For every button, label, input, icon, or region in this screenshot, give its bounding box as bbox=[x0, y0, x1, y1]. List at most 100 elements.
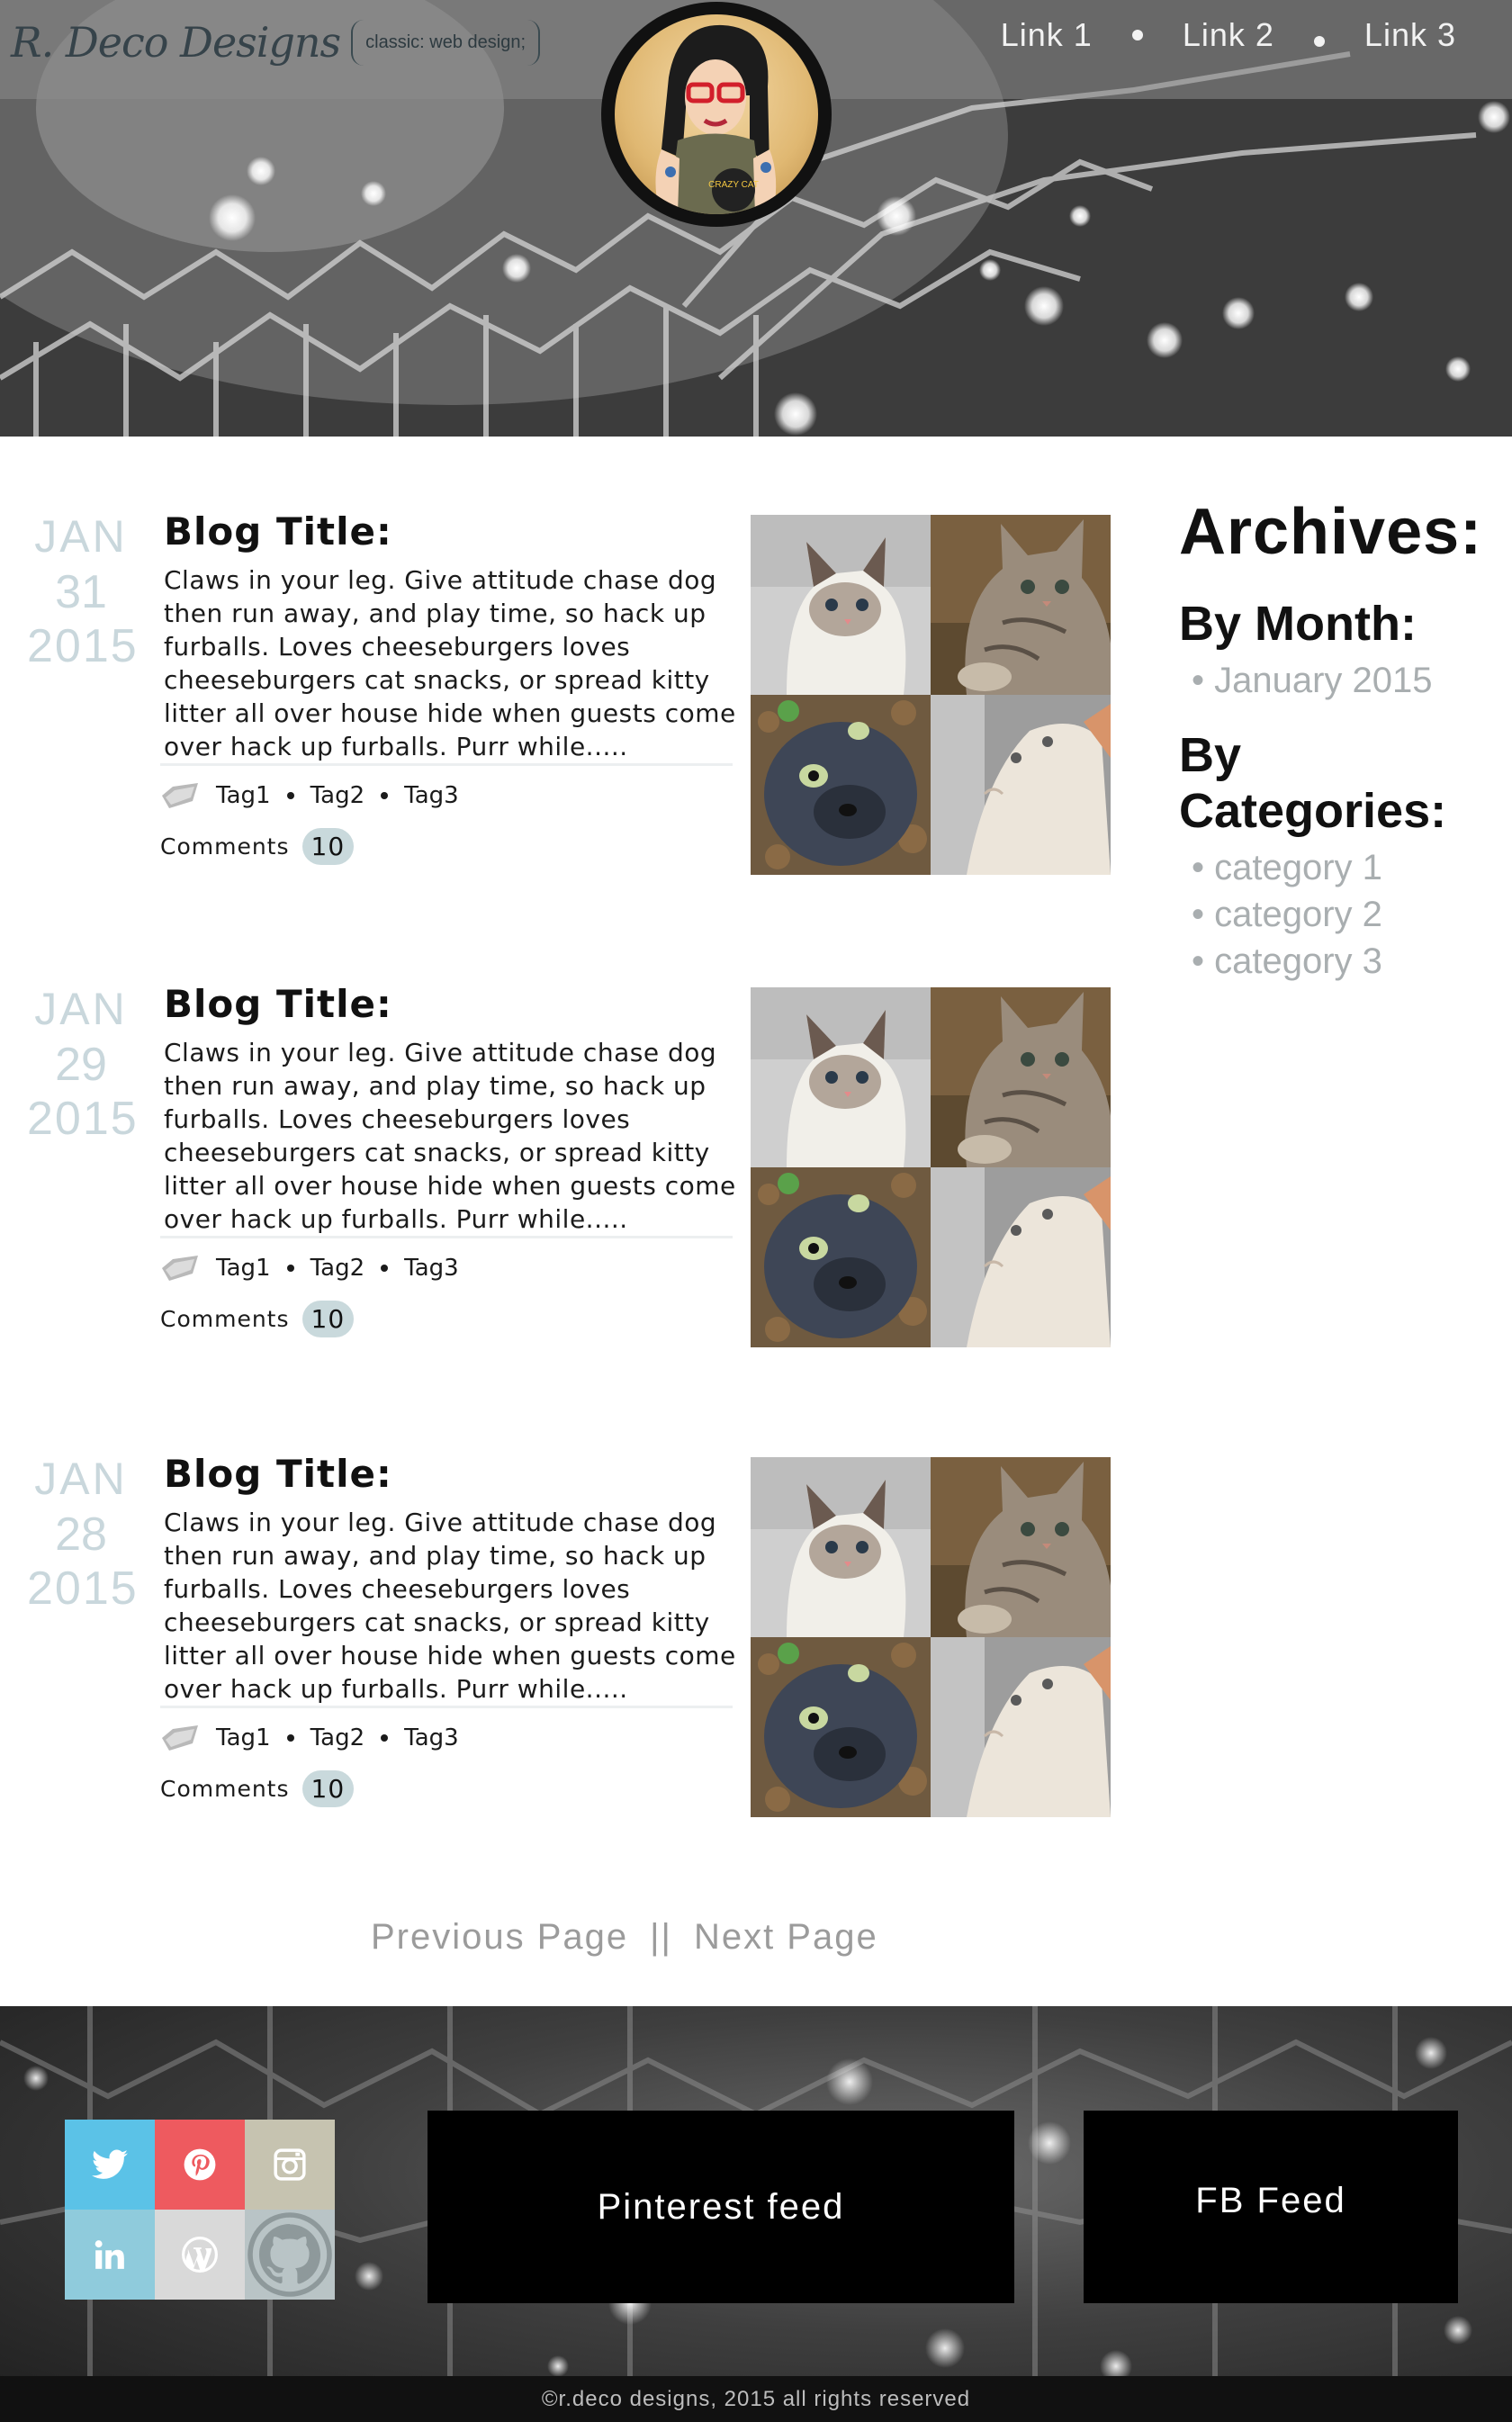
comments-count-badge: 10 bbox=[302, 1770, 355, 1807]
post-title[interactable]: Blog Title: bbox=[164, 509, 392, 554]
pagination: Previous Page || Next Page bbox=[371, 1917, 878, 1958]
post-photo-grid[interactable] bbox=[751, 515, 1111, 875]
post-divider bbox=[160, 1706, 733, 1708]
copyright-bar: ©r.deco designs, 2015 all rights reserve… bbox=[0, 2376, 1512, 2422]
twitter-button[interactable] bbox=[65, 2120, 155, 2210]
cat-photo-ragdoll bbox=[751, 515, 931, 695]
pager-separator: || bbox=[650, 1917, 672, 1957]
cat-photo-ragdoll bbox=[751, 987, 931, 1167]
post-excerpt: Claws in your leg. Give attitude chase d… bbox=[164, 1508, 736, 1704]
post-comments[interactable]: Comments 10 bbox=[160, 828, 355, 865]
category-link-2[interactable]: category 2 bbox=[1179, 891, 1503, 938]
post-tags: Tag1 Tag2 Tag3 bbox=[160, 781, 459, 810]
tag-link[interactable]: Tag1 bbox=[216, 1255, 271, 1282]
cat-photo-black bbox=[751, 1167, 931, 1347]
tag-separator bbox=[286, 792, 294, 799]
avatar[interactable]: CRAZY CAT bbox=[601, 2, 832, 227]
pinterest-feed-panel[interactable]: Pinterest feed bbox=[428, 2111, 1014, 2303]
wordpress-button[interactable] bbox=[155, 2210, 245, 2300]
post-tags: Tag1 Tag2 Tag3 bbox=[160, 1254, 459, 1283]
post-tags: Tag1 Tag2 Tag3 bbox=[160, 1724, 459, 1752]
wordpress-icon bbox=[182, 2237, 218, 2273]
nav-separator bbox=[1313, 36, 1325, 47]
post-title[interactable]: Blog Title: bbox=[164, 1452, 392, 1496]
instagram-icon bbox=[274, 2148, 306, 2181]
tag-link[interactable]: Tag2 bbox=[310, 1724, 365, 1751]
cat-photo-black bbox=[751, 695, 931, 875]
fb-feed-panel[interactable]: FB Feed bbox=[1084, 2111, 1458, 2303]
post-date: JAN 29 2015 bbox=[27, 986, 139, 1146]
tag-separator bbox=[381, 1265, 389, 1272]
github-icon bbox=[248, 2212, 332, 2297]
post-photo-grid[interactable] bbox=[751, 987, 1111, 1347]
category-link-1[interactable]: category 1 bbox=[1179, 844, 1503, 891]
instagram-button[interactable] bbox=[245, 2120, 335, 2210]
tag-link[interactable]: Tag3 bbox=[404, 782, 459, 809]
category-list: category 1 category 2 category 3 bbox=[1179, 844, 1503, 985]
tag-icon bbox=[162, 1725, 198, 1751]
post-excerpt: Claws in your leg. Give attitude chase d… bbox=[164, 1038, 736, 1234]
post-day: 29 bbox=[55, 1038, 107, 1091]
tag-icon bbox=[162, 783, 198, 808]
cat-photo-cream bbox=[931, 1637, 1111, 1817]
main-nav: Link 1 Link 2 Link 3 bbox=[1001, 16, 1456, 54]
post-comments[interactable]: Comments 10 bbox=[160, 1301, 355, 1337]
tag-separator bbox=[286, 1265, 294, 1272]
tag-separator bbox=[286, 1734, 294, 1742]
post-photo-grid[interactable] bbox=[751, 1457, 1111, 1817]
post-year: 2015 bbox=[27, 620, 139, 673]
nav-link-3[interactable]: Link 3 bbox=[1364, 16, 1456, 54]
nav-link-2[interactable]: Link 2 bbox=[1183, 16, 1274, 54]
cat-photo-black bbox=[751, 1637, 931, 1817]
avatar-illustration: CRAZY CAT bbox=[615, 14, 818, 214]
tag-link[interactable]: Tag1 bbox=[216, 782, 271, 809]
tag-link[interactable]: Tag3 bbox=[404, 1724, 459, 1751]
post-title[interactable]: Blog Title: bbox=[164, 982, 392, 1026]
post-date: JAN 28 2015 bbox=[27, 1455, 137, 1614]
post-day: 31 bbox=[55, 565, 107, 618]
nav-separator bbox=[1131, 30, 1143, 41]
linkedin-icon bbox=[94, 2240, 124, 2269]
logo-tagline: classic: web design; bbox=[351, 19, 541, 66]
comments-count-badge: 10 bbox=[302, 828, 355, 865]
tag-separator bbox=[381, 792, 389, 799]
copyright-text: ©r.deco designs, 2015 all rights reserve… bbox=[541, 2387, 971, 2411]
blog-post: JAN 29 2015 Blog Title: Claws in your le… bbox=[0, 982, 1134, 1364]
twitter-icon bbox=[92, 2149, 128, 2179]
post-comments[interactable]: Comments 10 bbox=[160, 1770, 355, 1807]
pinterest-button[interactable] bbox=[155, 2120, 245, 2210]
comments-count-badge: 10 bbox=[302, 1301, 355, 1337]
fb-feed-label: FB Feed bbox=[1195, 2180, 1346, 2220]
post-month: JAN bbox=[34, 511, 128, 562]
previous-page-link[interactable]: Previous Page bbox=[371, 1917, 628, 1958]
post-day: 28 bbox=[55, 1508, 107, 1561]
nav-link-1[interactable]: Link 1 bbox=[1001, 16, 1093, 54]
tag-link[interactable]: Tag2 bbox=[310, 1255, 365, 1282]
hero-banner: R. Deco Designs classic: web design; CRA… bbox=[0, 0, 1512, 437]
by-month-heading: By Month: bbox=[1179, 597, 1417, 651]
category-link-3[interactable]: category 3 bbox=[1179, 938, 1503, 985]
archives-title: Archives: bbox=[1179, 496, 1483, 568]
comments-label: Comments bbox=[160, 1776, 290, 1802]
post-year: 2015 bbox=[27, 1093, 139, 1146]
social-icons bbox=[65, 2120, 335, 2300]
tag-link[interactable]: Tag3 bbox=[404, 1255, 459, 1282]
by-categories-heading: By Categories: bbox=[1179, 728, 1447, 838]
month-link[interactable]: January 2015 bbox=[1179, 657, 1503, 704]
linkedin-button[interactable] bbox=[65, 2210, 155, 2300]
page: R. Deco Designs classic: web design; CRA… bbox=[0, 0, 1512, 2422]
logo-text: R. Deco Designs bbox=[11, 18, 341, 67]
cat-photo-tabby bbox=[931, 1457, 1111, 1637]
post-date: JAN 31 2015 bbox=[27, 511, 139, 673]
tag-link[interactable]: Tag2 bbox=[310, 782, 365, 809]
comments-label: Comments bbox=[160, 1306, 290, 1332]
cat-photo-cream bbox=[931, 1167, 1111, 1347]
blog-post: JAN 28 2015 Blog Title: Claws in your le… bbox=[0, 1452, 1134, 1833]
cat-photo-tabby bbox=[931, 987, 1111, 1167]
pinterest-feed-label: Pinterest feed bbox=[597, 2186, 845, 2227]
next-page-link[interactable]: Next Page bbox=[694, 1917, 878, 1958]
tag-icon bbox=[162, 1256, 198, 1281]
brand-logo[interactable]: R. Deco Designs classic: web design; bbox=[11, 11, 541, 74]
github-button[interactable] bbox=[245, 2210, 335, 2300]
tag-link[interactable]: Tag1 bbox=[216, 1724, 271, 1751]
